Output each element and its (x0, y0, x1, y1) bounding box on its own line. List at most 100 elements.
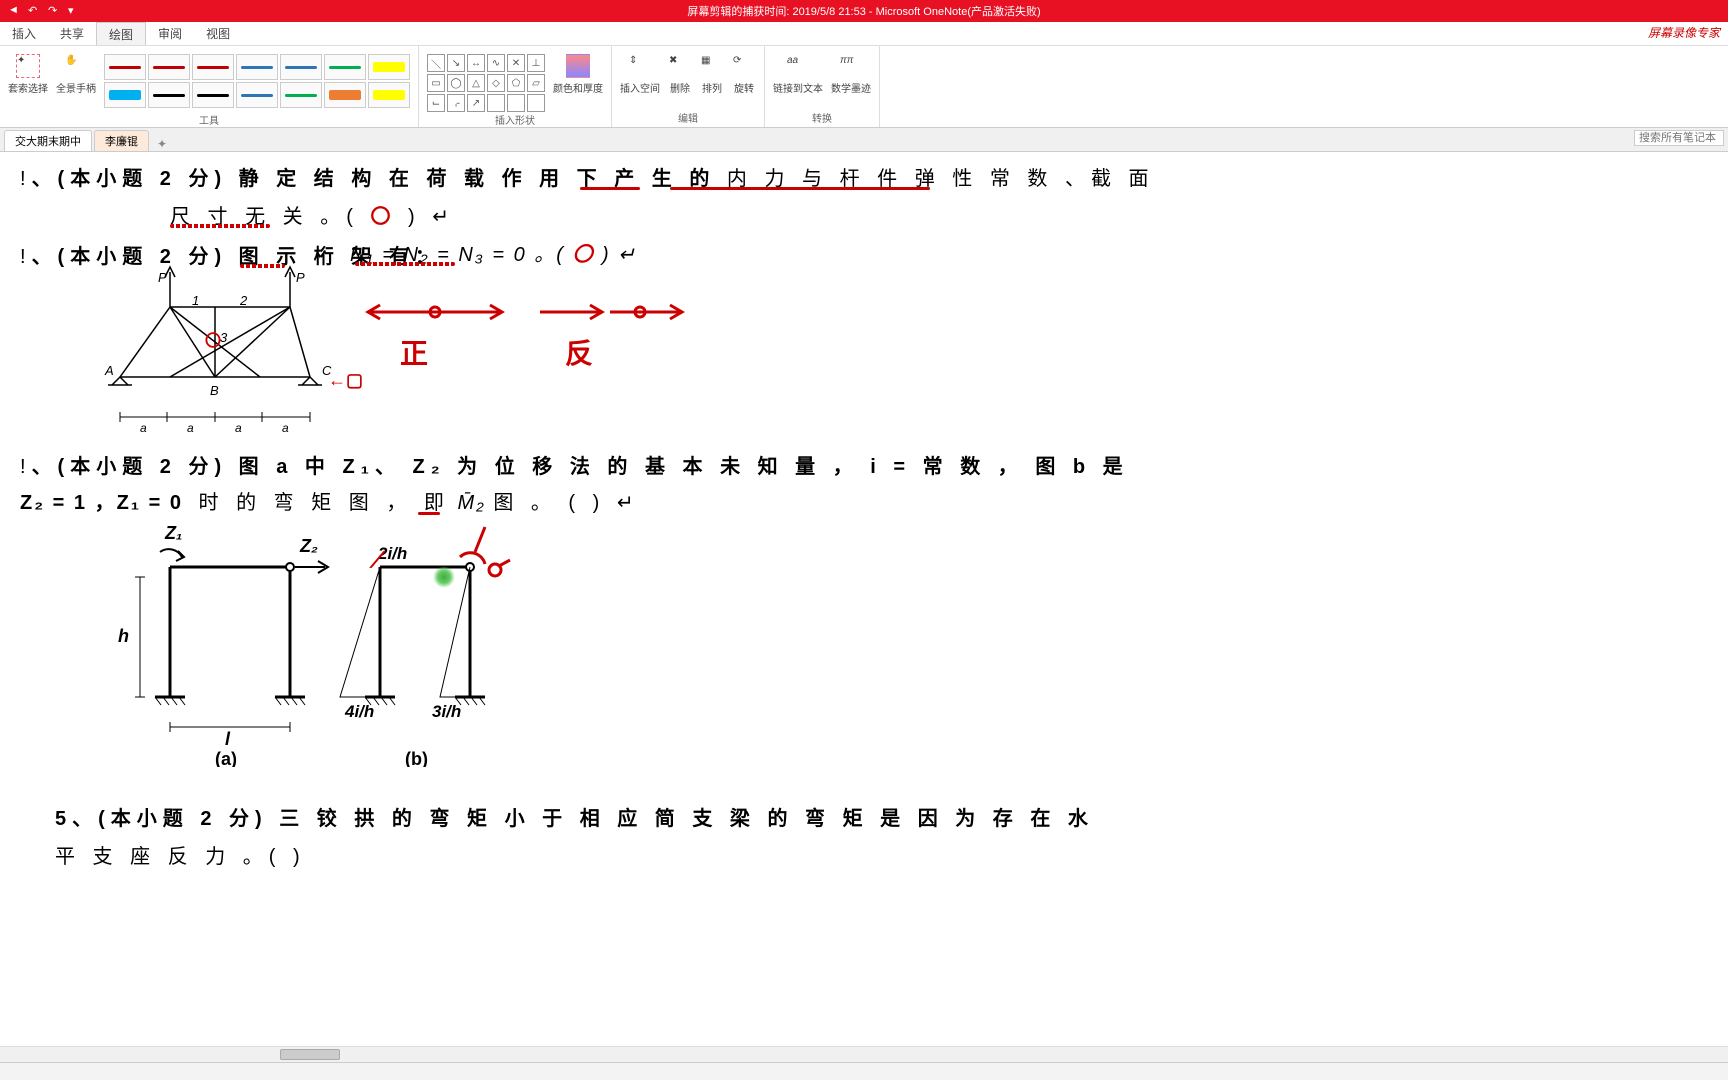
figure-a: Z₁ Z₂ h l (a) (110, 517, 330, 767)
pen-gallery (102, 52, 412, 110)
group-label-tools: 工具 (6, 110, 412, 127)
svg-text:4i/h: 4i/h (344, 702, 374, 721)
pen-swatch[interactable] (324, 54, 366, 80)
shape-parallelogram[interactable]: ▱ (527, 74, 545, 92)
lasso-icon: ✦ (16, 54, 40, 78)
svg-text:a: a (235, 421, 242, 435)
pen-swatch[interactable] (104, 54, 146, 80)
shape-rect[interactable]: ▭ (427, 74, 445, 92)
horizontal-scrollbar[interactable] (0, 1046, 1728, 1062)
rotate-button[interactable]: ⟳旋转 (730, 52, 758, 97)
menu-insert[interactable]: 插入 (0, 22, 48, 45)
pen-swatch[interactable] (280, 54, 322, 80)
menu-view[interactable]: 视图 (194, 22, 242, 45)
pen-swatch[interactable] (236, 54, 278, 80)
window-title: 屏幕剪辑的捕获时间: 2019/5/8 21:53 - Microsoft On… (687, 3, 1040, 19)
shape-arrow[interactable]: ↘ (447, 54, 465, 72)
label-zheng: 正 (400, 332, 428, 372)
menubar: 插入 共享 绘图 审阅 视图 (0, 22, 1728, 46)
svg-text:P: P (158, 270, 167, 285)
svg-text:P: P (296, 270, 305, 285)
shape-double-arrow[interactable]: ↔ (467, 54, 485, 72)
color-thickness-button[interactable]: 颜色和厚度 (551, 52, 605, 97)
svg-text:3: 3 (220, 330, 228, 345)
undo-icon[interactable]: ↶ (28, 4, 42, 18)
shape-x[interactable]: ✕ (507, 54, 525, 72)
pen-swatch[interactable] (368, 54, 410, 80)
fan-arrow (530, 297, 690, 337)
laser-pointer (433, 566, 455, 588)
hand-icon: ✋ (64, 54, 88, 78)
q3-line2: Z₂ = 1 ，Z₁ = 0 时 的 弯 矩 图 ， 即 M̄₂ 图 。 ( )… (20, 486, 640, 515)
insert-space-icon: ⇕ (628, 54, 652, 78)
svg-text:2: 2 (239, 293, 248, 308)
shape-curve[interactable]: ∿ (487, 54, 505, 72)
pen-swatch[interactable] (148, 82, 190, 108)
underline-neili (580, 187, 640, 190)
answer-mark-q2: 〇 (572, 244, 594, 266)
shape-line[interactable]: ＼ (427, 54, 445, 72)
delete-button[interactable]: ✖删除 (666, 52, 694, 97)
svg-text:Z₁: Z₁ (164, 523, 182, 543)
pen-swatch[interactable] (192, 82, 234, 108)
svg-text:1: 1 (192, 293, 199, 308)
pan-button[interactable]: ✋ 全景手柄 (54, 52, 98, 97)
arrange-button[interactable]: ▦排列 (698, 52, 726, 97)
pen-swatch[interactable] (236, 82, 278, 108)
page-tab-0[interactable]: 交大期末期中 (4, 130, 92, 151)
group-label-convert: 转换 (771, 108, 873, 125)
note-canvas[interactable]: !、(本小题 2 分) 静 定 结 构 在 荷 载 作 用 下 产 生 的 内 … (0, 152, 1728, 872)
shape-oval[interactable]: ◯ (447, 74, 465, 92)
color-icon (566, 54, 590, 78)
titlebar: ◄ ↶ ↷ ▾ 屏幕剪辑的捕获时间: 2019/5/8 21:53 - Micr… (0, 0, 1728, 22)
pen-swatch[interactable] (324, 82, 366, 108)
menu-review[interactable]: 审阅 (146, 22, 194, 45)
svg-text:(a): (a) (215, 749, 237, 767)
red-scribble-figb (455, 522, 515, 592)
dropdown-icon[interactable]: ▾ (68, 4, 82, 18)
q5-text: 5、(本小题 2 分) 三 铰 拱 的 弯 矩 小 于 相 应 简 支 梁 的 … (55, 802, 1094, 831)
zheng-arrow (360, 297, 510, 337)
answer-mark-q1: 〇 (370, 206, 396, 228)
svg-text:3i/h: 3i/h (432, 702, 461, 721)
svg-text:B: B (210, 383, 219, 398)
svg-text:a: a (282, 421, 289, 435)
truss-diagram: P P A B C 1 2 3 a a a a (100, 257, 360, 437)
ribbon-group-convert: aa链接到文本 ππ数学墨迹 转换 (765, 46, 880, 127)
pen-swatch[interactable] (148, 54, 190, 80)
svg-text:Z₂: Z₂ (299, 536, 318, 556)
math-icon: ππ (839, 54, 863, 78)
red-arrow-c: ←▢ (328, 370, 363, 391)
lasso-select-button[interactable]: ✦ 套索选择 (6, 52, 50, 97)
ribbon-group-shapes: ＼ ↘ ↔ ∿ ✕ ⊥ ▭ ◯ △ ◇ ⬠ ▱ ⌙ ⌌ ↗ (419, 46, 612, 127)
pen-swatch[interactable] (368, 82, 410, 108)
squiggle-q2-eq (355, 262, 455, 266)
page-tab-1[interactable]: 李廉锟 (94, 130, 149, 151)
statusbar (0, 1062, 1728, 1080)
svg-text:a: a (187, 421, 194, 435)
pen-swatch[interactable] (192, 54, 234, 80)
math-ink-button[interactable]: ππ数学墨迹 (829, 52, 873, 97)
shape-pentagon[interactable]: ⬠ (507, 74, 525, 92)
pen-swatch[interactable] (104, 82, 146, 108)
menu-share[interactable]: 共享 (48, 22, 96, 45)
link-text-icon: aa (786, 54, 810, 78)
shape-diamond[interactable]: ◇ (487, 74, 505, 92)
link-text-button[interactable]: aa链接到文本 (771, 52, 825, 97)
search-input[interactable] (1634, 130, 1724, 146)
page-tabstrip: 交大期末期中 李廉锟 ✦ (0, 128, 1728, 152)
shape-y[interactable]: ⊥ (527, 54, 545, 72)
q3-line1: !、(本小题 2 分) 图 a 中 Z₁、 Z₂ 为 位 移 法 的 基 本 未… (20, 450, 1129, 479)
underline-rest (670, 187, 930, 190)
arrange-icon: ▦ (700, 54, 724, 78)
pen-swatch[interactable] (280, 82, 322, 108)
insert-space-button[interactable]: ⇕插入空间 (618, 52, 662, 97)
scrollbar-thumb[interactable] (280, 1049, 340, 1060)
add-page-tab[interactable]: ✦ (151, 137, 173, 151)
back-icon[interactable]: ◄ (8, 4, 22, 18)
ribbon: ✦ 套索选择 ✋ 全景手柄 (0, 46, 1728, 128)
shape-triangle[interactable]: △ (467, 74, 485, 92)
red-mark-2ih: ⟋ (370, 547, 385, 573)
menu-draw[interactable]: 绘图 (96, 22, 146, 45)
redo-icon[interactable]: ↷ (48, 4, 62, 18)
